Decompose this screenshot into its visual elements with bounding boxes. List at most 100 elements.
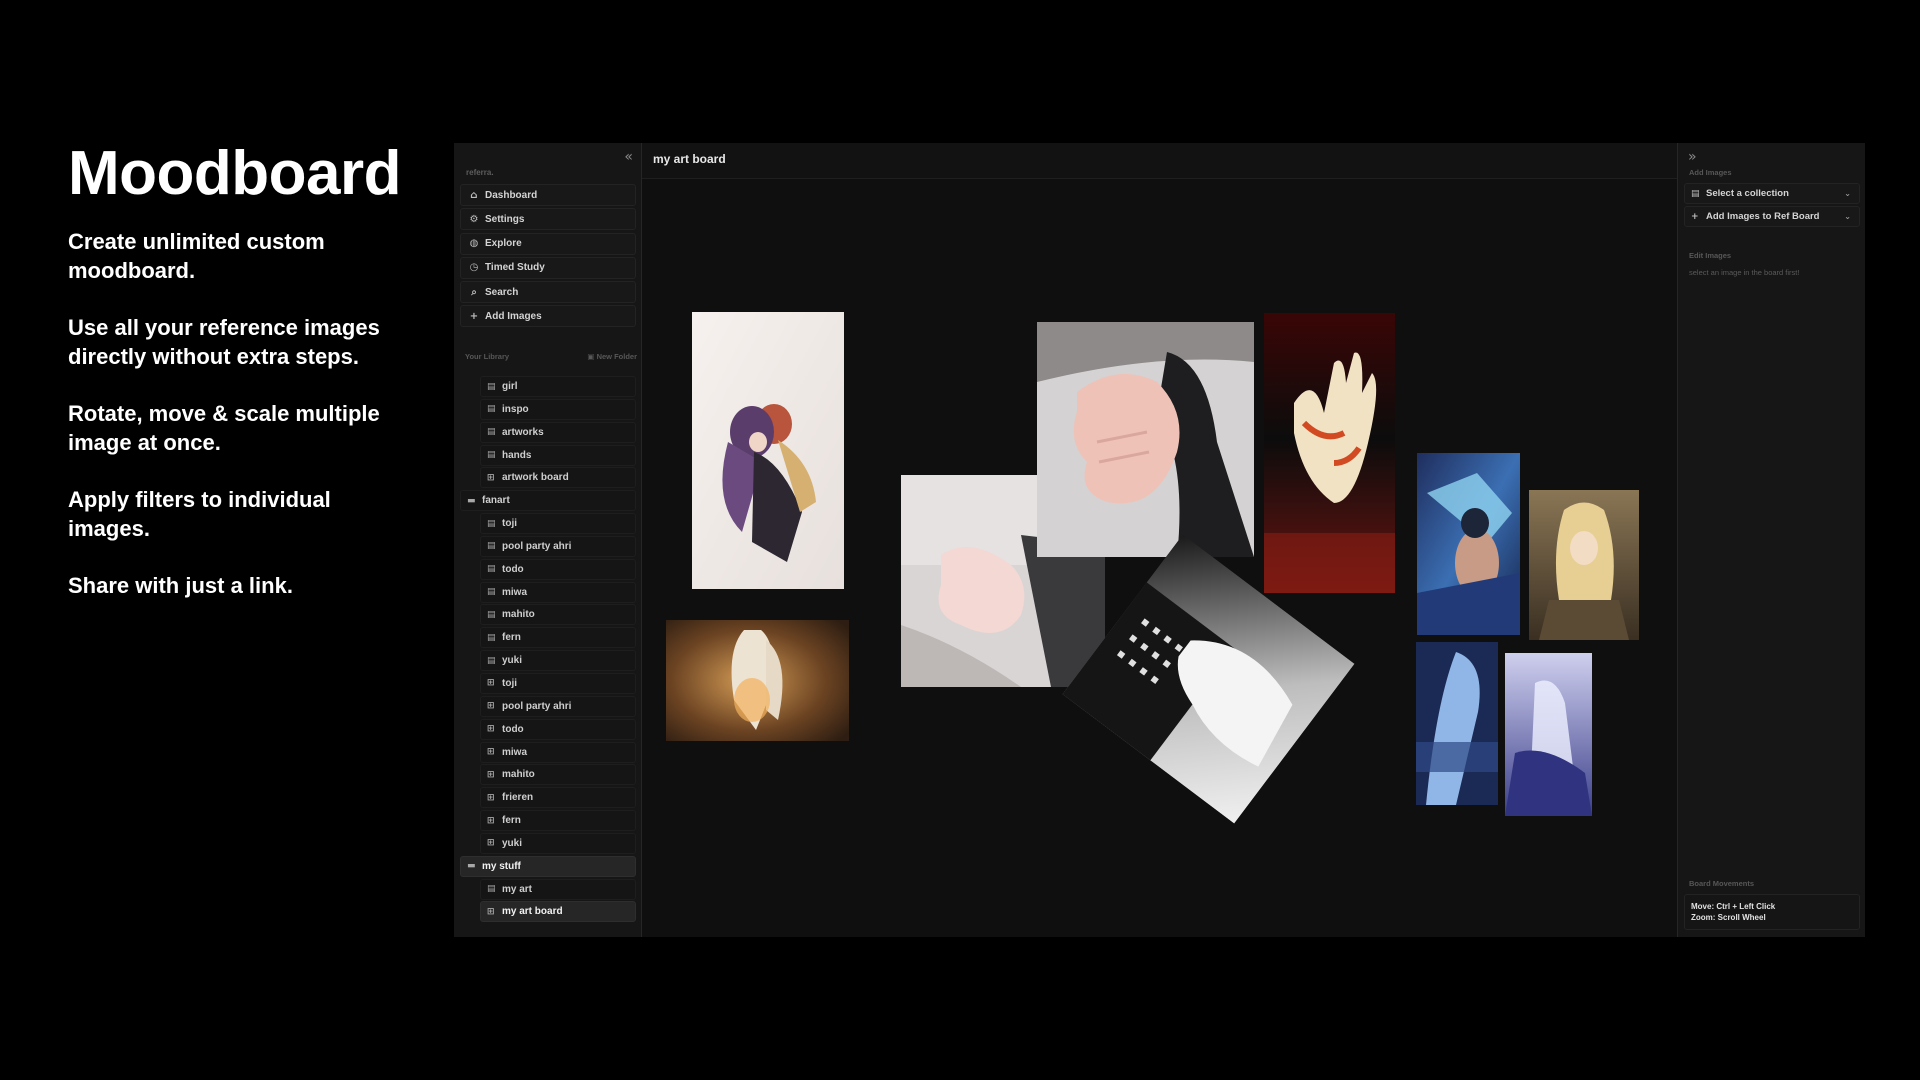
library-board-mahito[interactable]: ⊞ mahito: [480, 764, 636, 786]
sidebar-item-label: Explore: [485, 238, 522, 250]
collection-icon: ▤: [487, 427, 496, 438]
collection-icon: ▤: [487, 564, 496, 575]
library-collection-girl[interactable]: ▤ girl: [480, 376, 636, 397]
library-item-label: todo: [502, 723, 524, 735]
library-board-yuki[interactable]: ⊞ yuki: [480, 832, 636, 854]
board-movements-heading: Board Movements: [1689, 879, 1755, 888]
library-collection-pool-party-ahri[interactable]: ▤ pool party ahri: [480, 535, 636, 557]
library-collection-inspo[interactable]: ▤ inspo: [480, 398, 636, 420]
globe-icon: ◍: [469, 238, 479, 250]
new-folder-button[interactable]: ▣ New Folder: [587, 352, 637, 361]
board-icon: ⊞: [487, 792, 495, 803]
sidebar-item-search[interactable]: ⌕ Search: [460, 281, 636, 304]
board-image-red-lit-hand[interactable]: [1264, 313, 1395, 593]
add-to-board-dropdown[interactable]: + Add Images to Ref Board ⌄: [1684, 206, 1860, 227]
collection-icon: ▤: [487, 655, 496, 666]
library-board-todo[interactable]: ⊞ todo: [480, 718, 636, 740]
promo-line-4: Apply filters to individual images.: [68, 487, 331, 542]
library-collection-my-art[interactable]: ▤ my art: [480, 878, 636, 900]
sidebar-item-add-images[interactable]: + Add Images: [460, 305, 636, 328]
board-icon: ⊞: [487, 747, 495, 757]
library-header: Your Library ▣ New Folder: [465, 352, 637, 361]
library-board-my-art-board[interactable]: ⊞ my art board: [480, 901, 636, 923]
library-item-label: toji: [502, 677, 517, 689]
chevron-down-icon: ⌄: [1844, 212, 1851, 221]
collection-icon: ▤: [487, 541, 496, 552]
library-collection-yuki[interactable]: ▤ yuki: [480, 650, 636, 672]
promo-title: Moodboard: [68, 139, 402, 208]
library-item-label: hands: [502, 449, 532, 461]
edit-hint: select an image in the board first!: [1689, 268, 1800, 277]
library-list: ▤ girl ▤ inspo ▤ artworks ▤ hands ⊞ artwork board…: [460, 364, 636, 937]
library-collection-miwa[interactable]: ▤ miwa: [480, 581, 636, 603]
library-board-pool-party-ahri[interactable]: ⊞ pool party ahri: [480, 695, 636, 717]
brand-logo: referra.: [466, 168, 494, 177]
board-canvas[interactable]: [642, 179, 1677, 937]
board-image-hand-closeup[interactable]: [1037, 322, 1254, 557]
library-item-label: miwa: [502, 586, 528, 598]
sidebar-item-settings[interactable]: ⚙ Settings: [460, 208, 636, 231]
collection-icon: ▤: [487, 518, 496, 529]
board-image-blonde-anime-girl[interactable]: [1529, 490, 1639, 640]
search-icon: ⌕: [471, 286, 477, 298]
board-image-anime-couple[interactable]: [692, 312, 844, 589]
library-cut-g-y[interactable]: [480, 364, 636, 372]
move-hint: Move: Ctrl + Left Click: [1691, 902, 1776, 911]
collection-icon: ▤: [487, 609, 496, 620]
board-icon: ⊞: [487, 906, 495, 917]
library-collection-artworks[interactable]: ▤ artworks: [480, 421, 636, 443]
library-board-frieren[interactable]: ⊞ frieren: [480, 787, 636, 809]
library-collection-todo[interactable]: ▤ todo: [480, 558, 636, 580]
library-item-label: toji: [502, 518, 517, 530]
library-board-toji[interactable]: ⊞ toji: [480, 672, 636, 694]
library-item-label: fern: [502, 632, 521, 644]
board-image-anime-girl-backlit[interactable]: [666, 620, 849, 741]
board-movements-box: Move: Ctrl + Left Click Zoom: Scroll Whe…: [1684, 894, 1860, 930]
add-to-board-label: Add Images to Ref Board: [1706, 211, 1820, 222]
library-collection-fern[interactable]: ▤ fern: [480, 627, 636, 649]
sidebar-item-timed-study[interactable]: ◷ Timed Study: [460, 256, 636, 279]
sidebar-item-label: Search: [485, 286, 519, 298]
sidebar-item-dashboard[interactable]: ⌂ Dashboard: [460, 184, 636, 206]
library-collection-mahito[interactable]: ▤ mahito: [480, 604, 636, 626]
collection-icon: ▤: [487, 450, 496, 461]
library-collection-hands[interactable]: ▤ hands: [480, 444, 636, 466]
board-image-blue-anime-fight[interactable]: [1417, 453, 1520, 635]
library-item-label: my art board: [502, 906, 563, 918]
library-collection-toji[interactable]: ▤ toji: [480, 513, 636, 535]
promo-line-1: Create unlimited custom moodboard.: [68, 229, 325, 284]
collection-icon: ▤: [1691, 188, 1700, 199]
chevrons-left-icon[interactable]: «: [624, 149, 633, 165]
clock-icon: ◷: [469, 262, 479, 274]
board-image-blue-figure[interactable]: [1416, 642, 1498, 805]
promo-line-2: Use all your reference images directly w…: [68, 315, 380, 370]
library-item-label: mahito: [502, 769, 535, 781]
library-folder-fanart[interactable]: ▬ fanart: [460, 490, 636, 512]
library-item-label: artwork board: [502, 472, 569, 484]
collection-icon: ▤: [487, 404, 496, 415]
board-icon: ⊞: [487, 472, 495, 483]
board-image-purple-anime-mage[interactable]: [1505, 653, 1592, 816]
library-board-artwork-board[interactable]: ⊞ artwork board: [480, 467, 636, 489]
library-item-label: todo: [502, 563, 524, 575]
select-collection-dropdown[interactable]: ▤ Select a collection ⌄: [1684, 183, 1860, 204]
library-board-miwa[interactable]: ⊞ miwa: [480, 741, 636, 763]
chevrons-right-icon[interactable]: »: [1688, 149, 1697, 165]
library-item-label: pool party ahri: [502, 540, 572, 552]
sidebar-nav: ⌂ Dashboard ⚙ Settings ◍ Explore ◷ Timed…: [460, 184, 636, 330]
library-board-fern[interactable]: ⊞ fern: [480, 810, 636, 832]
right-panel: » Add Images ▤ Select a collection ⌄ + A…: [1677, 143, 1865, 937]
board-icon: ⊞: [487, 724, 495, 735]
library-item-label: fern: [502, 815, 521, 827]
sidebar-item-label: Add Images: [485, 310, 542, 322]
select-collection-label: Select a collection: [1706, 188, 1789, 199]
collection-icon: ▤: [487, 632, 496, 643]
library-item-label: frieren: [502, 792, 534, 804]
promo-column: Moodboard Create unlimited custom moodbo…: [68, 138, 428, 628]
board-icon: ⊞: [487, 678, 495, 689]
sidebar: « referra. ⌂ Dashboard ⚙ Settings ◍ Expl…: [454, 143, 642, 937]
folder-icon: ▬: [467, 861, 476, 872]
library-item-label: girl: [502, 381, 518, 392]
library-folder-my-stuff[interactable]: ▬ my stuff: [460, 855, 636, 877]
sidebar-item-explore[interactable]: ◍ Explore: [460, 232, 636, 255]
